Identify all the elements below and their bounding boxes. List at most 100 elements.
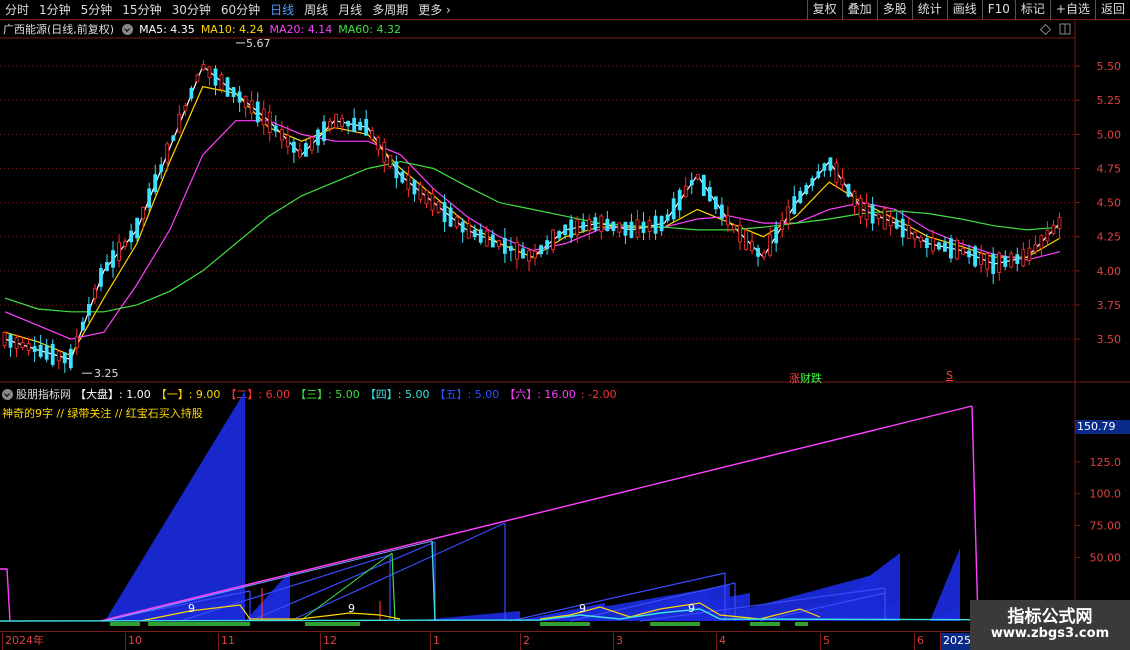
candle-body [279, 129, 284, 141]
toolbar-button-8[interactable]: 返回 [1094, 0, 1130, 20]
period-tab-10[interactable]: 更多 › [413, 0, 456, 20]
candle-body [762, 252, 766, 258]
price-chart[interactable]: 5.50 5.25 5.00 4.75 4.50 4.25 4.00 3.75 3.50 5.67… [0, 20, 1130, 383]
toolbar-button-4[interactable]: 画线 [946, 0, 982, 20]
candle-body [943, 242, 947, 252]
candle-body [961, 248, 965, 255]
candle-body [931, 237, 935, 252]
candle-body [14, 337, 19, 349]
candle-body [297, 149, 302, 158]
toolbar-button-5[interactable]: F10 [981, 0, 1015, 20]
candle-body [912, 231, 917, 240]
candle-body [804, 184, 809, 194]
candle-body [8, 334, 13, 348]
candle-body [828, 157, 833, 171]
candle-body [810, 178, 815, 186]
candle-body [99, 268, 103, 287]
candle-body [195, 74, 200, 82]
toolbar-button-1[interactable]: 叠加 [841, 0, 877, 20]
nine-label: 9 [348, 602, 355, 615]
period-tab-2[interactable]: 5分钟 [76, 0, 118, 20]
candle-body [973, 246, 977, 267]
candle-body [87, 304, 91, 316]
candle-body [641, 221, 646, 233]
candle-body [267, 111, 272, 133]
blue-wedge [105, 391, 245, 621]
period-tab-8[interactable]: 月线 [333, 0, 367, 20]
sub-tick-label: 50.00 [1090, 551, 1122, 564]
candle-body [394, 161, 399, 179]
candle-body [213, 68, 218, 86]
candle-body [141, 206, 146, 220]
toolbar-button-2[interactable]: 多股 [876, 0, 912, 20]
candle-body [352, 117, 357, 132]
toolbar-button-0[interactable]: 复权 [806, 0, 842, 20]
green-band [110, 622, 140, 626]
candle-body [177, 113, 182, 133]
indicator-last-value: 150.79 [1075, 420, 1130, 434]
candle-body [701, 174, 706, 197]
candle-body [629, 221, 634, 238]
candle-body [502, 238, 507, 254]
period-tab-6[interactable]: 日线 [265, 0, 299, 20]
candle-body [334, 113, 338, 129]
candle-body [991, 253, 996, 274]
candle-body [611, 221, 616, 232]
candle-body [346, 120, 351, 127]
period-tab-9[interactable]: 多周期 [367, 0, 413, 20]
candle-body [364, 118, 369, 136]
nine-label: 9 [188, 602, 195, 615]
candle-body [732, 224, 736, 230]
toolbar-button-6[interactable]: 标记 [1014, 0, 1050, 20]
candle-body [261, 108, 266, 126]
candle-body [647, 220, 652, 232]
candle-body [949, 238, 953, 259]
period-tab-1[interactable]: 1分钟 [34, 0, 76, 20]
candle-body [219, 74, 224, 90]
date-label: 2 [520, 633, 530, 650]
candle-body [412, 179, 417, 195]
indicator-chart[interactable]: 150.0125.0100.075.0050.009999 [0, 383, 1130, 631]
sub-tick-label: 100.0 [1090, 488, 1122, 501]
candle-body [792, 196, 797, 214]
candle-body [521, 248, 525, 259]
candle-body [111, 250, 115, 268]
period-tab-4[interactable]: 30分钟 [167, 0, 216, 20]
high-label: 5.67 [246, 37, 271, 50]
green-band [750, 622, 780, 626]
candle-body [894, 220, 899, 229]
green-ray [299, 552, 393, 622]
watermark: 指标公式网 www.zbgs3.com [970, 600, 1130, 650]
diamond-icon[interactable] [1039, 23, 1052, 36]
candle-body [671, 198, 676, 220]
period-tab-0[interactable]: 分时 [0, 0, 34, 20]
period-tab-5[interactable]: 60分钟 [216, 0, 265, 20]
candle-body [756, 247, 760, 257]
candle-body [822, 163, 827, 171]
period-tab-7[interactable]: 周线 [299, 0, 333, 20]
marker-s: S [946, 369, 953, 382]
candle-body [1003, 256, 1008, 267]
candle-body [2, 332, 7, 347]
green-band [795, 622, 808, 626]
sub-tick-label: 75.00 [1090, 520, 1122, 533]
toolbar-button-3[interactable]: 统计 [911, 0, 947, 20]
price-tick-label: 4.75 [1097, 162, 1122, 175]
candle-body [285, 134, 290, 148]
candle-body [937, 242, 941, 250]
period-tab-3[interactable]: 15分钟 [117, 0, 166, 20]
candle-body [105, 261, 109, 271]
toolbar-buttons: 复权 叠加 多股 统计 画线 F10 标记 +自选 返回 [806, 0, 1130, 20]
candle-body [539, 245, 543, 255]
magenta-drop [971, 405, 979, 622]
candle-body [527, 250, 531, 262]
date-label: 5 [820, 633, 830, 650]
candle-body [635, 219, 640, 238]
candle-body [207, 66, 212, 78]
toolbar-button-7[interactable]: +自选 [1049, 0, 1095, 20]
candle-body [967, 250, 971, 258]
candle-body [310, 137, 314, 151]
candle-body [1021, 249, 1026, 267]
candle-body [581, 221, 586, 231]
candle-body [575, 219, 580, 236]
